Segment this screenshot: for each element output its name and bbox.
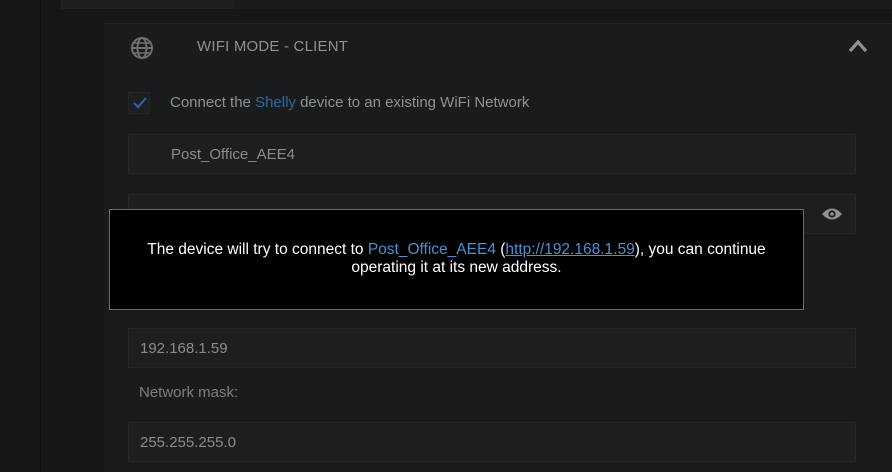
top-tab[interactable] bbox=[61, 0, 235, 9]
top-bar bbox=[61, 0, 892, 9]
ip-address-value: 192.168.1.59 bbox=[140, 340, 228, 357]
notice-open-paren: ( bbox=[495, 241, 506, 258]
ip-address-field[interactable]: 192.168.1.59 bbox=[128, 328, 856, 368]
panel-header[interactable]: WIFI MODE - CLIENT bbox=[104, 24, 892, 70]
notice-text-before: The device will try to connect to bbox=[147, 241, 368, 258]
new-address-link[interactable]: http://192.168.1.59 bbox=[505, 241, 634, 258]
globe-icon bbox=[130, 36, 154, 60]
client-mode-checkbox[interactable] bbox=[128, 92, 150, 114]
client-mode-label: Connect the Shelly device to an existing… bbox=[170, 94, 529, 111]
chevron-up-icon[interactable] bbox=[848, 38, 868, 54]
ssid-field[interactable]: Post_Office_AEE4 bbox=[128, 134, 856, 174]
ssid-value: Post_Office_AEE4 bbox=[171, 146, 295, 163]
brand-name: Shelly bbox=[255, 94, 296, 111]
panel-title: WIFI MODE - CLIENT bbox=[197, 38, 349, 55]
network-mask-field[interactable]: 255.255.255.0 bbox=[128, 422, 856, 462]
notice-ssid: Post_Office_AEE4 bbox=[367, 241, 496, 258]
network-mask-label: Network mask: bbox=[139, 384, 239, 401]
label-prefix: Connect the bbox=[170, 94, 256, 111]
label-suffix: device to an existing WiFi Network bbox=[295, 94, 530, 111]
connect-notice-message: The device will try to connect to Post_O… bbox=[122, 241, 791, 277]
connect-notice-dialog: The device will try to connect to Post_O… bbox=[109, 209, 804, 310]
sidebar-strip bbox=[0, 0, 41, 471]
eye-icon[interactable] bbox=[821, 207, 843, 221]
network-mask-value: 255.255.255.0 bbox=[140, 434, 236, 451]
check-icon bbox=[133, 97, 147, 109]
